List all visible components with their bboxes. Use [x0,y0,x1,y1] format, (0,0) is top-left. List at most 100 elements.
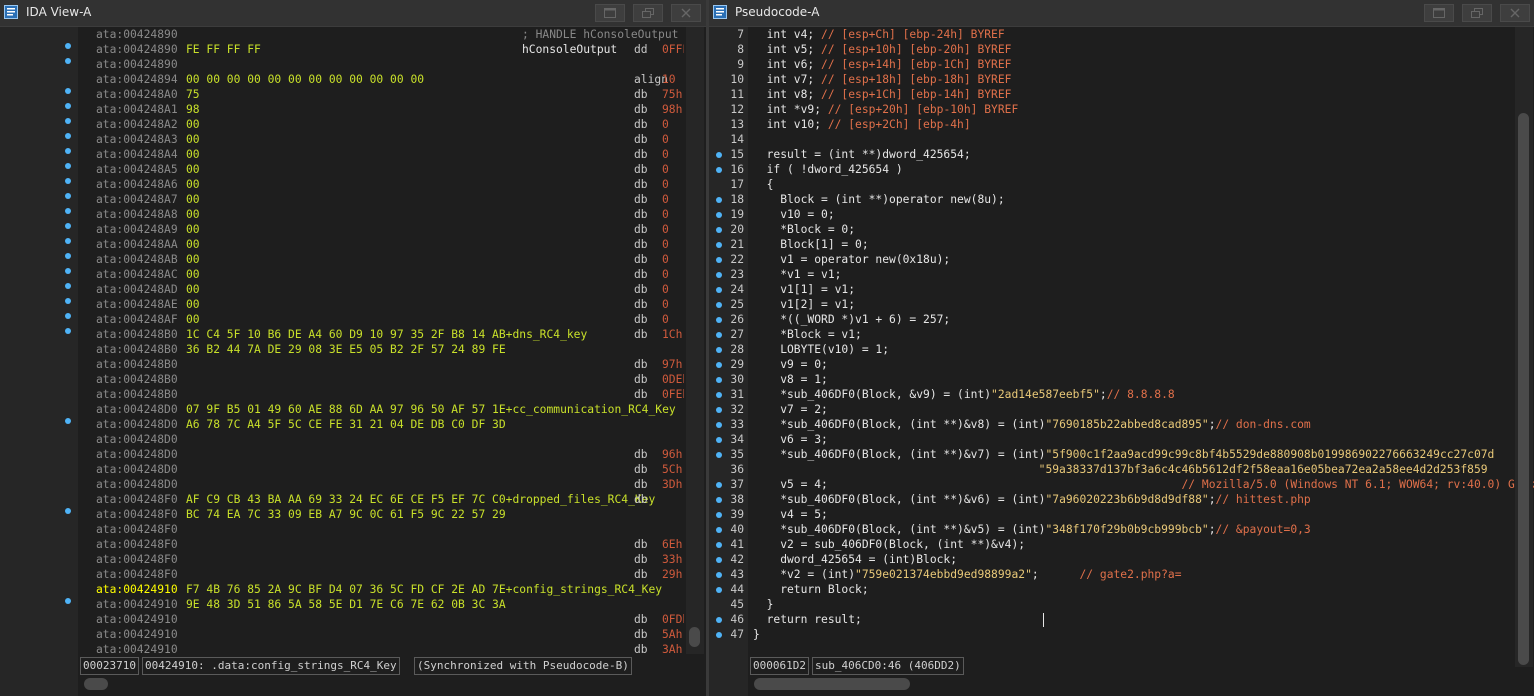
pseudocode-titlebar[interactable]: Pseudocode-A [709,0,1534,27]
pseudocode-line[interactable]: 45 } [709,597,1534,612]
pseudocode-line[interactable]: 27 *Block = v1; [709,327,1534,342]
disasm-line[interactable]: ata:004248F0 db 33h, [78,552,684,567]
pseudocode-line[interactable]: 36 "59a38337d137bf3a6c4c46b5612df2f58eaa… [709,462,1534,477]
pseudocode-line[interactable]: 35 *sub_406DF0(Block, (int **)&v7) = (in… [709,447,1534,462]
breakpoint-dot[interactable] [65,88,71,94]
disasm-line[interactable]: ata:004248AE 00 db 0 [78,297,684,312]
disasm-line[interactable]: ata:004248F0 BC 74 EA 7C 33 09 EB A7 9C 0… [78,507,684,522]
disasm-line[interactable]: ata:004248F0 db 29h [78,567,684,582]
pseudocode-line[interactable]: 21 Block[1] = 0; [709,237,1534,252]
breakpoint-dot[interactable] [65,313,71,319]
pseudocode-line[interactable]: 25 v1[2] = v1; [709,297,1534,312]
breakpoint-dot[interactable] [65,118,71,124]
close-window-button[interactable] [1500,4,1530,22]
disasm-line[interactable]: ata:004248B0 36 B2 44 7A DE 29 08 3E E5 0… [78,342,684,357]
ida-view-horizontal-scrollbar[interactable] [80,676,686,692]
pseudocode-line[interactable]: 20 *Block = 0; [709,222,1534,237]
breakpoint-dot[interactable] [65,163,71,169]
pseudocode-line[interactable]: 14 [709,132,1534,147]
pseudocode-line[interactable]: 30 v8 = 1; [709,372,1534,387]
disasm-line[interactable]: ata:00424910 F7 4B 76 85 2A 9C BF D4 07 3… [78,582,684,597]
pseudocode-line[interactable]: 39 v4 = 5; [709,507,1534,522]
pseudocode-line[interactable]: 19 v10 = 0; [709,207,1534,222]
pseudocode-line[interactable]: 43 *v2 = (int)"759e021374ebbd9ed98899a2"… [709,567,1534,582]
disasm-line[interactable]: ata:004248A5 00 db 0 [78,162,684,177]
pseudocode-horizontal-scroll-thumb[interactable] [754,678,910,690]
disasm-line[interactable]: ata:004248D0 db 96h, [78,447,684,462]
disasm-line[interactable]: ata:004248AB 00 db 0 [78,252,684,267]
disasm-line[interactable]: ata:004248B0 1C C4 5F 10 B6 DE A4 60 D9 1… [78,327,684,342]
disasm-line[interactable]: ata:004248F0 [78,522,684,537]
restore-window-button[interactable] [633,4,663,22]
disassembly-listing[interactable]: ata:00424890; HANDLE hConsoleOutput ata:0… [78,27,684,654]
pseudocode-line[interactable]: 44 return Block; [709,582,1534,597]
disasm-line[interactable]: ata:004248D0 [78,432,684,447]
breakpoint-dot[interactable] [65,133,71,139]
breakpoint-dot[interactable] [65,193,71,199]
breakpoint-dot[interactable] [65,328,71,334]
pseudocode-line[interactable]: 29 v9 = 0; [709,357,1534,372]
pseudocode-line[interactable]: 46 return result; [709,612,1534,627]
disasm-line[interactable]: ata:004248B0 db 97h, [78,357,684,372]
pseudocode-line[interactable]: 28 LOBYTE(v10) = 1; [709,342,1534,357]
pseudocode-line[interactable]: 8 int v5; // [esp+10h] [ebp-20h] BYREF [709,42,1534,57]
breakpoint-dot[interactable] [65,148,71,154]
pseudocode-line[interactable]: 42 dword_425654 = (int)Block; [709,552,1534,567]
ida-view-vertical-scrollbar[interactable] [686,27,704,654]
pseudocode-line[interactable]: 37 v5 = 4; // Mozilla/5.0 (Windows NT 6.… [709,477,1534,492]
breakpoint-dot[interactable] [65,178,71,184]
disasm-line[interactable]: ata:00424894 00 00 00 00 00 00 00 00 00 0… [78,72,684,87]
disasm-line[interactable]: ata:00424910 db 5Ah, [78,627,684,642]
ida-view-vertical-scroll-thumb[interactable] [689,627,700,647]
pseudocode-line[interactable]: 47} [709,627,1534,642]
close-window-button[interactable] [671,4,701,22]
disasm-line[interactable]: ata:004248A9 00 db 0 [78,222,684,237]
disasm-line[interactable]: ata:004248B0 db 0DEh [78,372,684,387]
pseudocode-line[interactable]: 38 *sub_406DF0(Block, (int **)&v6) = (in… [709,492,1534,507]
disasm-line[interactable]: ata:004248A4 00 db 0 [78,147,684,162]
pseudocode-line[interactable]: 22 v1 = operator new(0x18u); [709,252,1534,267]
pseudocode-line[interactable]: 18 Block = (int **)operator new(8u); [709,192,1534,207]
breakpoint-dot[interactable] [65,508,71,514]
pseudocode-line[interactable]: 41 v2 = sub_406DF0(Block, (int **)&v4); [709,537,1534,552]
disasm-line[interactable]: ata:004248D0 db 3Dh [78,477,684,492]
pseudocode-line[interactable]: 40 *sub_406DF0(Block, (int **)&v5) = (in… [709,522,1534,537]
breakpoint-dot[interactable] [65,238,71,244]
disasm-line[interactable]: ata:004248B0 db 0FEh [78,387,684,402]
disasm-line[interactable]: ata:004248AF 00 db 0 [78,312,684,327]
disasm-line[interactable]: ata:004248D0 07 9F B5 01 49 60 AE 88 6D A… [78,402,684,417]
disasm-line[interactable]: ata:004248AD 00 db 0 [78,282,684,297]
pseudocode-line[interactable]: 7 int v4; // [esp+Ch] [ebp-24h] BYREF [709,27,1534,42]
pseudocode-line[interactable]: 13 int v10; // [esp+2Ch] [ebp-4h] [709,117,1534,132]
ida-view-gutter[interactable] [0,27,78,696]
pseudocode-line[interactable]: 34 v6 = 3; [709,432,1534,447]
pseudocode-line[interactable]: 16 if ( !dword_425654 ) [709,162,1534,177]
ida-view-horizontal-scroll-thumb[interactable] [84,678,108,690]
pseudocode-vertical-scroll-thumb[interactable] [1518,113,1529,665]
disasm-line[interactable]: ata:00424910 9E 48 3D 51 86 5A 58 5E D1 7… [78,597,684,612]
breakpoint-dot[interactable] [65,268,71,274]
disasm-line[interactable]: ata:00424910 db 0FDh [78,612,684,627]
pseudocode-line[interactable]: 26 *((_WORD *)v1 + 6) = 257; [709,312,1534,327]
pseudocode-line[interactable]: 11 int v8; // [esp+1Ch] [ebp-14h] BYREF [709,87,1534,102]
disasm-line[interactable]: ata:004248A2 00 db 0 [78,117,684,132]
disasm-line[interactable]: ata:00424890 FE FF FF FF hConsoleOutput dd 0… [78,42,684,57]
pseudocode-line[interactable]: 24 v1[1] = v1; [709,282,1534,297]
breakpoint-dot[interactable] [65,103,71,109]
breakpoint-dot[interactable] [65,253,71,259]
breakpoint-dot[interactable] [65,43,71,49]
pseudocode-line[interactable]: 32 v7 = 2; [709,402,1534,417]
pseudocode-line[interactable]: 9 int v6; // [esp+14h] [ebp-1Ch] BYREF [709,57,1534,72]
pseudocode-vertical-scrollbar[interactable] [1515,27,1533,667]
pseudocode-listing[interactable]: 7 int v4; // [esp+Ch] [ebp-24h] BYREF 8 i… [709,27,1534,652]
breakpoint-dot[interactable] [65,298,71,304]
breakpoint-dot[interactable] [65,283,71,289]
disasm-line[interactable]: ata:004248A6 00 db 0 [78,177,684,192]
disasm-line[interactable]: ata:00424890 [78,57,684,72]
pseudocode-pane[interactable]: Pseudocode-A 7 int v4; // [esp+Ch] [ebp-… [709,0,1534,696]
breakpoint-dot[interactable] [65,418,71,424]
disasm-line[interactable]: ata:004248F0 AF C9 CB 43 BA AA 69 33 24 E… [78,492,684,507]
breakpoint-dot[interactable] [65,208,71,214]
float-window-button[interactable] [1424,4,1454,22]
pseudocode-line[interactable]: 17 { [709,177,1534,192]
